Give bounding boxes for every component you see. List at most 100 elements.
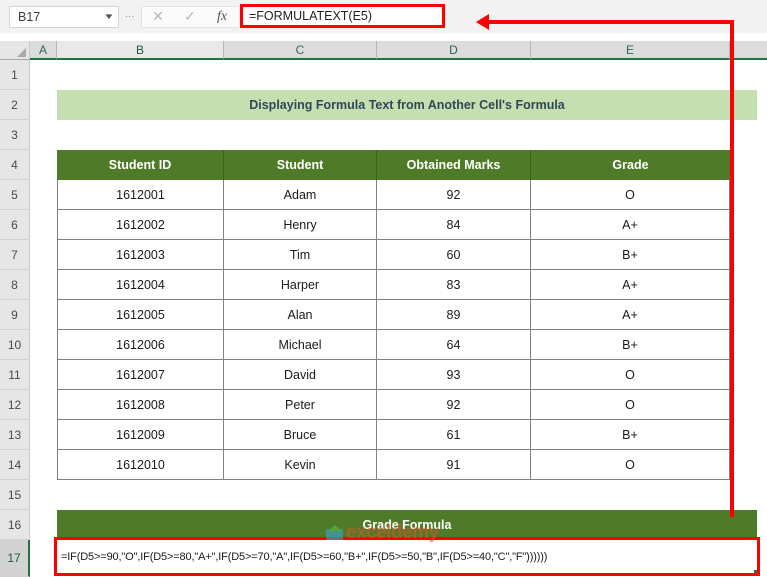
table-cell[interactable]: 1612007 <box>57 360 224 390</box>
row-header-14[interactable]: 14 <box>0 450 30 480</box>
row-header-13[interactable]: 13 <box>0 420 30 450</box>
table-cell-text: 93 <box>446 367 461 382</box>
row-header-6[interactable]: 6 <box>0 210 30 240</box>
annotation-arrow-head <box>476 14 489 30</box>
cell-area: Displaying Formula Text from Another Cel… <box>30 60 767 577</box>
name-box[interactable]: B17 ▼ <box>9 5 119 28</box>
table-cell-text: 84 <box>446 217 461 232</box>
selection-fill-handle[interactable] <box>754 570 759 575</box>
table-cell[interactable]: B+ <box>531 240 730 270</box>
row-header-2[interactable]: 2 <box>0 90 30 120</box>
table-cell-text: 83 <box>446 277 461 292</box>
table-cell[interactable]: Michael <box>224 330 377 360</box>
table-cell[interactable]: A+ <box>531 210 730 240</box>
table-cell-text: David <box>284 367 316 382</box>
table-cell[interactable]: O <box>531 360 730 390</box>
grade-formula-header[interactable]: Grade Formula <box>57 510 757 540</box>
column-header-b[interactable]: B <box>57 41 224 60</box>
row-header-11[interactable]: 11 <box>0 360 30 390</box>
table-cell[interactable]: O <box>531 180 730 210</box>
column-header-f[interactable] <box>730 41 767 60</box>
title-banner-text: Displaying Formula Text from Another Cel… <box>249 98 565 112</box>
table-cell[interactable]: 92 <box>377 390 531 420</box>
chevron-down-icon[interactable]: ▼ <box>103 12 115 21</box>
table-cell-text: 60 <box>446 247 461 262</box>
title-banner[interactable]: Displaying Formula Text from Another Cel… <box>57 90 757 120</box>
close-icon[interactable]: ✕ <box>142 7 174 27</box>
formula-bar: B17 ▼ ⋮ ✕ ✓ fx =FORMULATEXT(E5) <box>0 0 767 33</box>
row-header-7[interactable]: 7 <box>0 240 30 270</box>
column-header-e[interactable]: E <box>531 41 730 60</box>
column-header-c[interactable]: C <box>224 41 377 60</box>
table-cell[interactable]: 1612004 <box>57 270 224 300</box>
column-header-d[interactable]: D <box>377 41 531 60</box>
row-header-12[interactable]: 12 <box>0 390 30 420</box>
table-cell[interactable]: 84 <box>377 210 531 240</box>
table-cell[interactable]: 91 <box>377 450 531 480</box>
table-cell-text: A+ <box>622 277 638 292</box>
table-cell[interactable]: Peter <box>224 390 377 420</box>
table-cell-text: 92 <box>446 397 461 412</box>
table-cell[interactable]: Adam <box>224 180 377 210</box>
row-header-10[interactable]: 10 <box>0 330 30 360</box>
table-cell-text: Henry <box>283 217 317 232</box>
table-cell[interactable]: 1612009 <box>57 420 224 450</box>
row-header-9[interactable]: 9 <box>0 300 30 330</box>
table-cell[interactable]: 92 <box>377 180 531 210</box>
table-cell[interactable]: A+ <box>531 300 730 330</box>
row-header-17[interactable]: 17 <box>0 540 30 577</box>
table-cell[interactable]: 1612001 <box>57 180 224 210</box>
table-cell[interactable]: 1612008 <box>57 390 224 420</box>
formula-bar-buttons: ✕ ✓ fx <box>141 5 238 28</box>
table-cell[interactable]: 89 <box>377 300 531 330</box>
table-cell[interactable]: Harper <box>224 270 377 300</box>
table-cell[interactable]: 1612010 <box>57 450 224 480</box>
table-cell[interactable]: 60 <box>377 240 531 270</box>
row-header-1[interactable]: 1 <box>0 60 30 90</box>
table-cell[interactable]: 83 <box>377 270 531 300</box>
row-header-3[interactable]: 3 <box>0 120 30 150</box>
table-cell[interactable]: 1612005 <box>57 300 224 330</box>
table-header-obtained-marks[interactable]: Obtained Marks <box>377 150 531 180</box>
fx-icon[interactable]: fx <box>206 7 238 27</box>
formula-bar-resize-handle[interactable]: ⋮ <box>119 6 141 28</box>
table-header-student[interactable]: Student <box>224 150 377 180</box>
excel-window: B17 ▼ ⋮ ✕ ✓ fx =FORMULATEXT(E5) A B C D … <box>0 0 767 577</box>
table-cell[interactable]: 64 <box>377 330 531 360</box>
table-cell[interactable]: 93 <box>377 360 531 390</box>
table-cell[interactable]: Bruce <box>224 420 377 450</box>
table-cell-text: 1612005 <box>116 307 165 322</box>
table-cell[interactable]: O <box>531 450 730 480</box>
row-header-5[interactable]: 5 <box>0 180 30 210</box>
table-header-student-id[interactable]: Student ID <box>57 150 224 180</box>
table-cell[interactable]: B+ <box>531 420 730 450</box>
table-cell-text: 1612004 <box>116 277 165 292</box>
row-header-8[interactable]: 8 <box>0 270 30 300</box>
row-header-15[interactable]: 15 <box>0 480 30 510</box>
table-header-grade[interactable]: Grade <box>531 150 730 180</box>
column-header-a[interactable]: A <box>30 41 57 60</box>
table-cell[interactable]: 1612006 <box>57 330 224 360</box>
row-header-4[interactable]: 4 <box>0 150 30 180</box>
table-cell[interactable]: A+ <box>531 270 730 300</box>
table-cell[interactable]: 1612002 <box>57 210 224 240</box>
check-icon[interactable]: ✓ <box>174 7 206 27</box>
formula-input[interactable]: =FORMULATEXT(E5) <box>240 3 445 28</box>
table-cell[interactable]: O <box>531 390 730 420</box>
table-cell[interactable]: 1612003 <box>57 240 224 270</box>
table-cell-text: 1612010 <box>116 457 165 472</box>
table-cell-text: 1612002 <box>116 217 165 232</box>
row-header-16[interactable]: 16 <box>0 510 30 540</box>
table-cell-text: O <box>625 457 635 472</box>
table-cell[interactable]: 61 <box>377 420 531 450</box>
table-cell-text: B+ <box>622 337 638 352</box>
select-all-corner[interactable] <box>0 41 30 60</box>
table-cell[interactable]: Kevin <box>224 450 377 480</box>
table-cell[interactable]: David <box>224 360 377 390</box>
name-box-value: B17 <box>18 9 41 24</box>
table-cell[interactable]: B+ <box>531 330 730 360</box>
grade-formula-cell[interactable]: =IF(D5>=90,"O",IF(D5>=80,"A+",IF(D5>=70,… <box>57 540 759 575</box>
table-cell[interactable]: Alan <box>224 300 377 330</box>
table-cell[interactable]: Henry <box>224 210 377 240</box>
table-cell[interactable]: Tim <box>224 240 377 270</box>
